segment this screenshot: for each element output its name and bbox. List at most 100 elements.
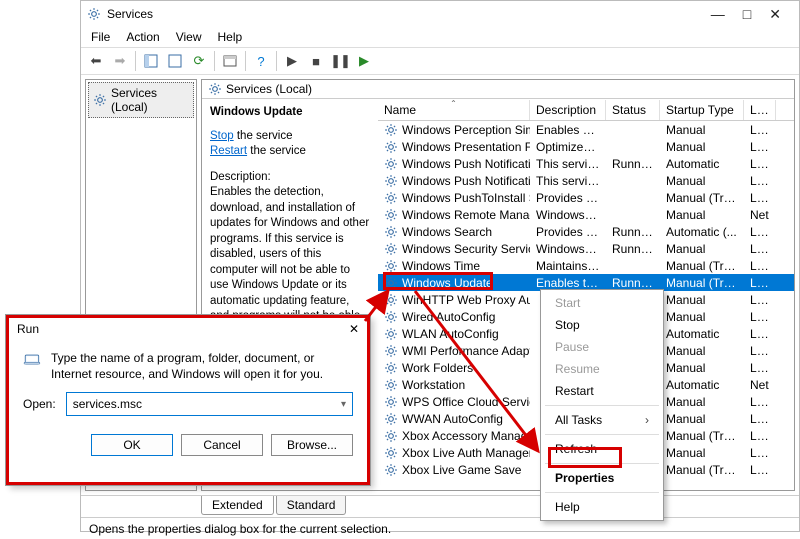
service-desc: Maintains d... (530, 258, 606, 274)
table-row[interactable]: Windows Push Notificatio...This service … (378, 155, 794, 172)
menu-help[interactable]: Help (218, 30, 243, 44)
service-startup: Manual (660, 207, 744, 223)
table-row[interactable]: Windows TimeMaintains d...Manual (Trig..… (378, 257, 794, 274)
stop-service-link[interactable]: Stop (210, 130, 234, 142)
menubar: File Action View Help (81, 27, 799, 47)
restart-service-button[interactable]: ▶ (353, 50, 375, 72)
service-gear-icon (384, 123, 398, 137)
table-row[interactable]: Windows Push Notificatio...This service … (378, 172, 794, 189)
run-title: Run (17, 322, 349, 336)
context-menu-restart[interactable]: Restart (541, 380, 663, 402)
col-header-description[interactable]: Description (530, 100, 606, 120)
service-logon: Loca (744, 190, 776, 206)
context-menu-resume: Resume (541, 358, 663, 380)
service-name: Xbox Live Auth Manager (402, 446, 530, 460)
back-button[interactable]: ⬅ (85, 50, 107, 72)
service-name: WPS Office Cloud Service (402, 395, 530, 409)
browse-button[interactable]: Browse... (271, 434, 353, 456)
service-startup: Manual (660, 394, 744, 410)
pause-service-button[interactable]: ❚❚ (329, 50, 351, 72)
service-status (606, 265, 660, 267)
col-header-name[interactable]: Name⌃ (378, 100, 530, 120)
service-startup: Automatic (... (660, 224, 744, 240)
table-row[interactable]: Windows PushToInstall Serv...Provides in… (378, 189, 794, 206)
service-name: Windows Push Notificatio... (402, 174, 530, 188)
service-gear-icon (384, 225, 398, 239)
service-desc: This service ... (530, 173, 606, 189)
service-gear-icon (384, 276, 398, 290)
service-logon: Loca (744, 326, 776, 342)
service-startup: Manual (660, 309, 744, 325)
table-row[interactable]: Windows Perception Simul...Enables spa..… (378, 121, 794, 138)
open-label: Open: (23, 397, 56, 411)
menu-file[interactable]: File (91, 30, 110, 44)
service-startup: Manual (Trig... (660, 275, 744, 291)
properties-button[interactable] (219, 50, 241, 72)
maximize-button[interactable]: □ (743, 6, 751, 23)
service-gear-icon (384, 412, 398, 426)
service-gear-icon (384, 446, 398, 460)
service-startup: Automatic (660, 156, 744, 172)
service-name: WinHTTP Web Proxy Auto... (402, 293, 530, 307)
service-status (606, 129, 660, 131)
service-name: Xbox Accessory Managem (402, 429, 530, 443)
restart-service-link[interactable]: Restart (210, 145, 247, 157)
run-close-button[interactable]: ✕ (349, 322, 359, 336)
col-header-startup[interactable]: Startup Type (660, 100, 744, 120)
table-row[interactable]: Windows Remote Manag...Windows R...Manua… (378, 206, 794, 223)
service-logon: Loca (744, 224, 776, 240)
table-row[interactable]: Windows Security ServiceWindows Se...Run… (378, 240, 794, 257)
main-header-label: Services (Local) (226, 82, 312, 96)
col-header-status[interactable]: Status (606, 100, 660, 120)
service-gear-icon (384, 293, 398, 307)
service-name: Windows Presentation Fou... (402, 140, 530, 154)
stop-service-button[interactable]: ■ (305, 50, 327, 72)
service-logon: Loca (744, 445, 776, 461)
cancel-button[interactable]: Cancel (181, 434, 263, 456)
forward-button[interactable]: ➡ (109, 50, 131, 72)
service-status: Running (606, 224, 660, 240)
context-menu-refresh[interactable]: Refresh (541, 438, 663, 460)
open-combobox[interactable]: services.msc ▾ (66, 392, 353, 416)
menu-action[interactable]: Action (126, 30, 159, 44)
export-button[interactable] (164, 50, 186, 72)
context-menu-help[interactable]: Help (541, 496, 663, 518)
tab-extended[interactable]: Extended (201, 496, 274, 515)
service-status (606, 146, 660, 148)
service-gear-icon (384, 140, 398, 154)
service-startup: Manual (660, 360, 744, 376)
tree-root-label: Services (Local) (111, 86, 189, 114)
service-name: Windows Push Notificatio... (402, 157, 530, 171)
header-gear-icon (208, 82, 222, 96)
context-menu-pause: Pause (541, 336, 663, 358)
start-service-button[interactable]: ▶ (281, 50, 303, 72)
service-name: WLAN AutoConfig (402, 327, 499, 341)
minimize-button[interactable]: — (711, 6, 725, 23)
help-button[interactable]: ? (250, 50, 272, 72)
context-menu-properties[interactable]: Properties (541, 467, 663, 489)
titlebar: Services — □ ✕ (81, 1, 799, 27)
service-name: Workstation (402, 378, 465, 392)
col-header-logon[interactable]: Log (744, 100, 776, 120)
service-gear-icon (384, 259, 398, 273)
open-value: services.msc (73, 397, 142, 411)
show-hide-tree-button[interactable] (140, 50, 162, 72)
chevron-down-icon: ▾ (341, 399, 346, 410)
ok-button[interactable]: OK (91, 434, 173, 456)
menu-view[interactable]: View (176, 30, 202, 44)
service-logon: Loca (744, 292, 776, 308)
services-app-icon (87, 7, 101, 21)
service-startup: Manual (Trig... (660, 190, 744, 206)
context-menu-all-tasks[interactable]: All Tasks (541, 409, 663, 431)
service-name: Work Folders (402, 361, 473, 375)
refresh-button[interactable]: ⟳ (188, 50, 210, 72)
table-row[interactable]: Windows Presentation Fou...Optimizes p..… (378, 138, 794, 155)
close-button[interactable]: ✕ (769, 6, 781, 23)
tree-root-item[interactable]: Services (Local) (88, 82, 194, 118)
service-gear-icon (384, 361, 398, 375)
run-icon (23, 350, 41, 382)
context-menu-stop[interactable]: Stop (541, 314, 663, 336)
service-gear-icon (384, 395, 398, 409)
table-row[interactable]: Windows SearchProvides co...RunningAutom… (378, 223, 794, 240)
tab-standard[interactable]: Standard (276, 496, 347, 515)
